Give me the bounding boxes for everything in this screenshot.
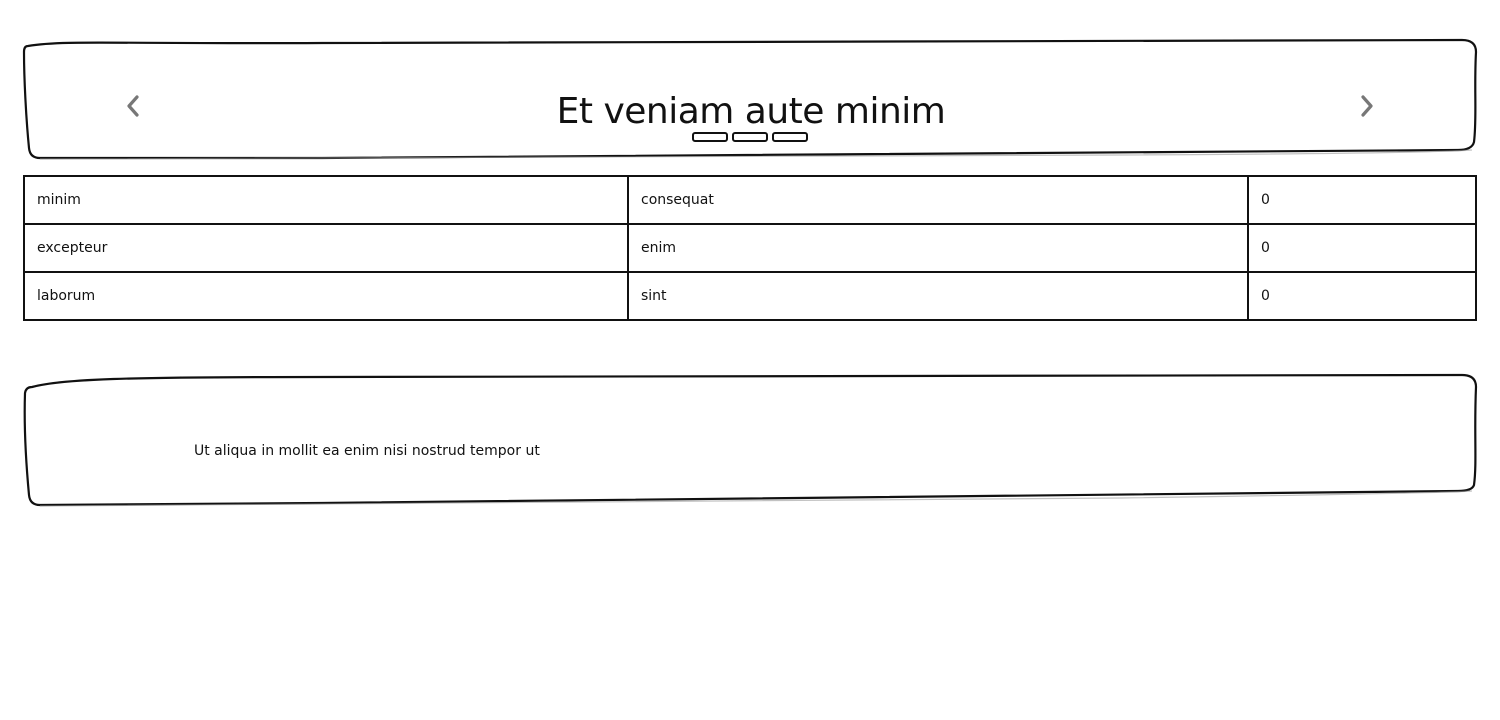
text-card-body: Ut aliqua in mollit ea enim nisi nostrud… [194, 443, 540, 459]
table-cell: 0 [1247, 271, 1477, 321]
text-card: Ut aliqua in mollit ea enim nisi nostrud… [22, 373, 1480, 509]
chevron-right-icon [1361, 95, 1373, 117]
text-card-frame [23, 373, 1478, 507]
carousel-indicator-1[interactable] [692, 132, 728, 142]
table-cell: sint [627, 271, 1249, 321]
table-row: minim consequat 0 [23, 175, 1477, 225]
table-cell: 0 [1247, 223, 1477, 273]
table-row: laborum sint 0 [23, 271, 1477, 321]
table-row: excepteur enim 0 [23, 223, 1477, 273]
data-table: minim consequat 0 excepteur enim 0 labor… [23, 175, 1477, 321]
carousel-indicator-2[interactable] [732, 132, 768, 142]
carousel-slide-title: Et veniam aute minim [556, 91, 946, 132]
table-cell: enim [627, 223, 1249, 273]
table-cell: consequat [627, 175, 1249, 225]
table-cell: excepteur [23, 223, 629, 273]
table-cell: minim [23, 175, 629, 225]
table-cell: laborum [23, 271, 629, 321]
carousel-indicator-3[interactable] [772, 132, 808, 142]
carousel: Et veniam aute minim [22, 38, 1480, 162]
carousel-indicators [692, 132, 812, 144]
carousel-next-button[interactable] [1354, 92, 1378, 120]
table-cell: 0 [1247, 175, 1477, 225]
